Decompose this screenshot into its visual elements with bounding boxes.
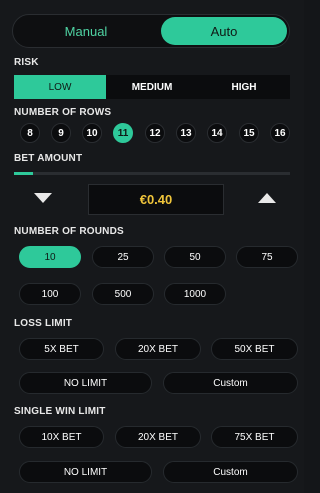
row-option-10[interactable]: 10 <box>82 123 102 143</box>
bet-amount-label: BET AMOUNT <box>14 153 83 164</box>
auto-bet-panel: Manual Auto RISK LOW MEDIUM HIGH NUMBER … <box>0 0 304 493</box>
risk-high-button[interactable]: HIGH <box>198 75 290 99</box>
loss-limit-label: LOSS LIMIT <box>14 318 73 329</box>
risk-selector: LOW MEDIUM HIGH <box>14 75 290 99</box>
manual-mode-button[interactable]: Manual <box>16 17 156 45</box>
win-limit-custom-button[interactable]: Custom <box>163 461 298 483</box>
single-win-limit-label: SINGLE WIN LIMIT <box>14 406 106 417</box>
row-option-15[interactable]: 15 <box>239 123 259 143</box>
row-option-16[interactable]: 16 <box>270 123 290 143</box>
loss-limit-50x-button[interactable]: 50X BET <box>211 338 298 360</box>
bet-slider-fill <box>14 172 34 175</box>
increase-bet-icon[interactable] <box>258 193 276 203</box>
auto-mode-button[interactable]: Auto <box>161 17 287 45</box>
row-option-9[interactable]: 9 <box>51 123 71 143</box>
rounds-option-10[interactable]: 10 <box>19 246 81 268</box>
bet-slider[interactable] <box>14 172 290 175</box>
risk-medium-button[interactable]: MEDIUM <box>106 75 198 99</box>
loss-limit-5x-button[interactable]: 5X BET <box>19 338 104 360</box>
row-option-8[interactable]: 8 <box>20 123 40 143</box>
loss-limit-custom-button[interactable]: Custom <box>163 372 298 394</box>
row-option-13[interactable]: 13 <box>176 123 196 143</box>
bet-amount-field[interactable]: €0.40 <box>88 184 224 215</box>
rounds-option-500[interactable]: 500 <box>92 283 154 305</box>
rounds-option-100[interactable]: 100 <box>19 283 81 305</box>
loss-limit-no-limit-button[interactable]: NO LIMIT <box>19 372 152 394</box>
decrease-bet-icon[interactable] <box>34 193 52 203</box>
rounds-option-50[interactable]: 50 <box>164 246 226 268</box>
rounds-option-1000[interactable]: 1000 <box>164 283 226 305</box>
row-option-14[interactable]: 14 <box>207 123 227 143</box>
win-limit-no-limit-button[interactable]: NO LIMIT <box>19 461 152 483</box>
win-limit-10x-button[interactable]: 10X BET <box>19 426 104 448</box>
mode-toggle: Manual Auto <box>12 14 290 48</box>
rounds-label: NUMBER OF ROUNDS <box>14 226 124 237</box>
risk-low-button[interactable]: LOW <box>14 75 106 99</box>
win-limit-75x-button[interactable]: 75X BET <box>211 426 298 448</box>
rounds-option-75[interactable]: 75 <box>236 246 298 268</box>
rounds-option-25[interactable]: 25 <box>92 246 154 268</box>
rows-label: NUMBER OF ROWS <box>14 107 112 118</box>
row-option-12[interactable]: 12 <box>145 123 165 143</box>
win-limit-20x-button[interactable]: 20X BET <box>115 426 201 448</box>
row-option-11[interactable]: 11 <box>113 123 133 143</box>
loss-limit-20x-button[interactable]: 20X BET <box>115 338 201 360</box>
risk-label: RISK <box>14 57 39 68</box>
